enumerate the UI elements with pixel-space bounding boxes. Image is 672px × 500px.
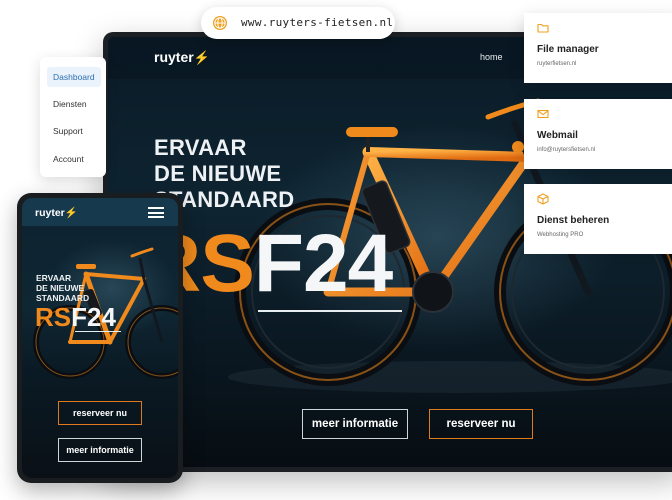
folder-icon (537, 23, 549, 33)
menu-item-diensten[interactable]: Diensten (47, 94, 101, 114)
service-card-subtitle: ruyterfietsen.nl (537, 61, 577, 67)
service-card-file-manager[interactable]: File manager ruyterfietsen.nl (524, 13, 672, 83)
logo-text: ruyter (35, 207, 65, 219)
lightning-icon: ⚡ (193, 50, 210, 65)
hero-headline-line: DE NIEUWE (36, 283, 85, 293)
service-card-subtitle: info@ruytersfietsen.nl (537, 147, 596, 153)
reserve-button[interactable]: reserveer nu (429, 409, 533, 439)
model-prefix: RS (35, 302, 72, 332)
model-underline (75, 331, 121, 332)
service-card-webmail[interactable]: Webmail info@ruytersfietsen.nl (524, 99, 672, 169)
more-info-button[interactable]: meer informatie (302, 409, 408, 439)
mobile-website-screen: ruyter⚡ ERVAAR DE NIEUWE STANDAARD RSF24… (22, 198, 178, 478)
hero-headline-line: DE NIEUWE (154, 161, 282, 186)
hero-headline: ERVAAR DE NIEUWE STANDAARD (36, 273, 89, 303)
site-logo[interactable]: ruyter⚡ (35, 206, 78, 219)
url-text: www.ruyters-fietsen.nl (241, 16, 394, 29)
site-logo[interactable]: ruyter⚡ (154, 49, 210, 66)
model-suffix: F24 (71, 302, 116, 332)
mobile-navbar: ruyter⚡ (22, 198, 178, 226)
dashboard-menu: Dashboard Diensten Support Account (40, 57, 106, 177)
service-card-dienst-beheren[interactable]: Dienst beheren Webhosting PRO (524, 184, 672, 254)
model-suffix: F24 (253, 218, 393, 309)
hamburger-menu-icon[interactable] (148, 207, 164, 218)
box-icon (537, 193, 549, 205)
lightning-icon: ⚡ (64, 207, 78, 219)
hero-headline-line: ERVAAR (36, 273, 72, 283)
hero-headline-line: ERVAAR (154, 135, 247, 160)
service-card-title: File manager (537, 44, 599, 55)
reserve-button[interactable]: reserveer nu (58, 401, 142, 425)
mail-icon (537, 109, 549, 119)
menu-item-account[interactable]: Account (47, 149, 101, 169)
model-underline (258, 310, 402, 312)
menu-item-support[interactable]: Support (47, 121, 101, 141)
nav-link-home[interactable]: home (480, 52, 503, 62)
service-card-title: Webmail (537, 130, 578, 141)
phone-mockup: ruyter⚡ ERVAAR DE NIEUWE STANDAARD RSF24… (17, 193, 183, 483)
menu-item-dashboard[interactable]: Dashboard (47, 67, 101, 87)
globe-icon (213, 16, 227, 30)
model-name: RSF24 (35, 304, 116, 330)
more-info-button[interactable]: meer informatie (58, 438, 142, 462)
service-card-title: Dienst beheren (537, 215, 610, 226)
service-card-subtitle: Webhosting PRO (537, 232, 584, 238)
url-bar[interactable]: www.ruyters-fietsen.nl (201, 7, 395, 39)
logo-text: ruyter (154, 49, 194, 65)
